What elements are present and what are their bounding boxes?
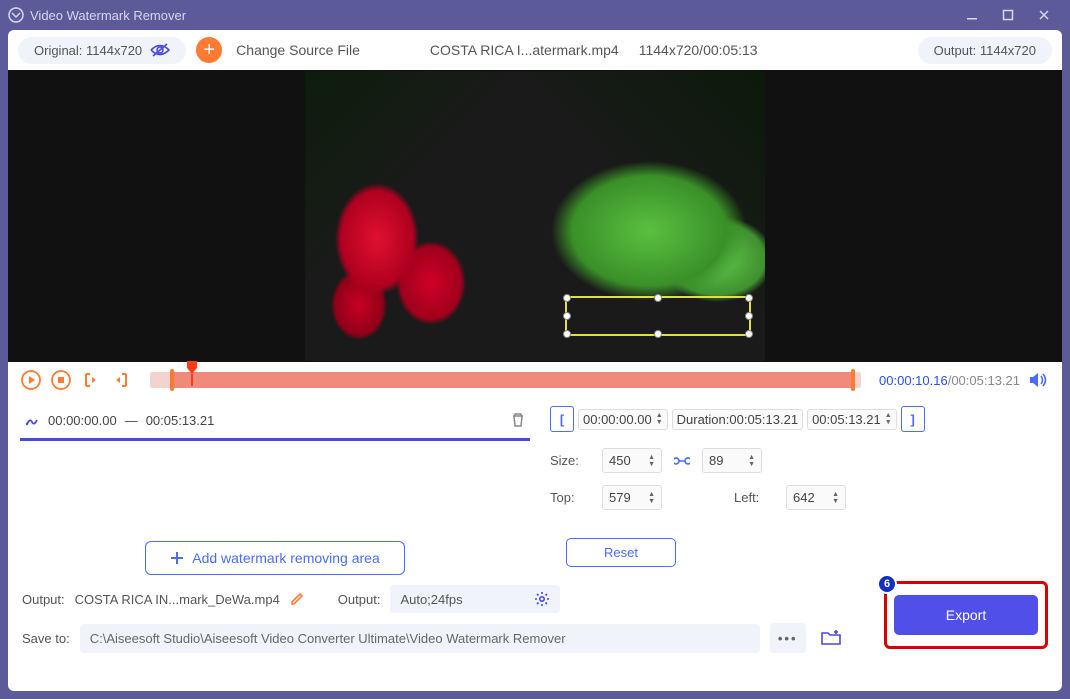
- output-label: Output: 1144x720: [934, 43, 1036, 58]
- start-time-input[interactable]: 00:00:00.00 ▲▼: [578, 409, 668, 430]
- video-preview[interactable]: [8, 70, 1062, 362]
- file-info: COSTA RICA I...atermark.mp4 1144x720/00:…: [430, 42, 758, 58]
- original-label: Original: 1144x720: [34, 43, 142, 58]
- stop-button[interactable]: [50, 369, 72, 391]
- reset-button[interactable]: Reset: [566, 538, 676, 567]
- output-label-2: Output:: [338, 592, 381, 607]
- size-width-input[interactable]: 450 ▲▼: [602, 448, 662, 473]
- export-button[interactable]: Export: [894, 595, 1038, 635]
- browse-path-button[interactable]: •••: [770, 623, 806, 653]
- set-out-button[interactable]: ]: [901, 406, 925, 432]
- add-watermark-area-button[interactable]: Add watermark removing area: [145, 541, 405, 575]
- timeline[interactable]: [150, 372, 861, 388]
- play-button[interactable]: [20, 369, 42, 391]
- change-source-label[interactable]: Change Source File: [236, 42, 360, 58]
- output-format-select[interactable]: Auto;24fps: [390, 585, 560, 613]
- save-path-field[interactable]: C:\Aiseesoft Studio\Aiseesoft Video Conv…: [80, 624, 760, 653]
- mark-out-button[interactable]: [110, 369, 132, 391]
- time-display: 00:00:10.16/00:05:13.21: [879, 373, 1020, 388]
- app-window: Video Watermark Remover Original: 1144x7…: [0, 0, 1070, 699]
- plus-icon: [170, 551, 184, 565]
- step-badge: 6: [877, 574, 897, 594]
- spinner-arrows[interactable]: ▲▼: [885, 412, 892, 426]
- watermark-area-icon: [24, 412, 40, 428]
- left-input[interactable]: 642 ▲▼: [786, 485, 846, 510]
- size-label: Size:: [550, 453, 590, 468]
- top-label: Top:: [550, 490, 590, 505]
- link-aspect-icon[interactable]: [674, 454, 690, 468]
- clip-end: 00:05:13.21: [146, 413, 215, 428]
- app-icon: [8, 7, 24, 23]
- current-time: 00:00:10.16: [879, 373, 948, 388]
- size-height-input[interactable]: 89 ▲▼: [702, 448, 762, 473]
- maximize-button[interactable]: [990, 0, 1026, 30]
- left-label: Left:: [734, 490, 774, 505]
- clip-start: 00:00:00.00: [48, 413, 117, 428]
- original-size-pill: Original: 1144x720: [18, 37, 186, 64]
- volume-button[interactable]: [1028, 369, 1050, 391]
- top-input[interactable]: 579 ▲▼: [602, 485, 662, 510]
- content-area: Original: 1144x720 + Change Source File …: [8, 30, 1062, 691]
- preview-frame: [305, 71, 765, 361]
- titlebar: Video Watermark Remover: [0, 0, 1070, 30]
- set-in-button[interactable]: [: [550, 406, 574, 432]
- end-time-input[interactable]: 00:05:13.21 ▲▼: [807, 409, 897, 430]
- output-filename: COSTA RICA IN...mark_DeWa.mp4: [75, 592, 280, 607]
- mark-in-button[interactable]: [80, 369, 102, 391]
- export-highlight: 6 Export: [884, 581, 1048, 649]
- duration-input[interactable]: Duration:00:05:13.21: [672, 409, 803, 430]
- open-folder-button[interactable]: [816, 623, 846, 653]
- file-name: COSTA RICA I...atermark.mp4: [430, 42, 619, 58]
- clips-panel: 00:00:00.00 — 00:05:13.21 Add watermark …: [20, 406, 530, 575]
- top-row: Original: 1144x720 + Change Source File …: [8, 30, 1062, 70]
- file-dims-time: 1144x720/00:05:13: [639, 42, 758, 58]
- mid-panels: 00:00:00.00 — 00:05:13.21 Add watermark …: [8, 398, 1062, 575]
- save-to-label: Save to:: [22, 631, 70, 646]
- preview-toggle-icon[interactable]: [150, 43, 170, 57]
- dimension-controls: Size: 450 ▲▼ 89 ▲▼: [550, 448, 1050, 510]
- app-title: Video Watermark Remover: [30, 8, 186, 23]
- add-area-label: Add watermark removing area: [192, 550, 380, 566]
- close-button[interactable]: [1026, 0, 1062, 30]
- playback-controls: 00:00:10.16/00:05:13.21: [8, 362, 1062, 398]
- total-time: /00:05:13.21: [948, 373, 1020, 388]
- output-size-pill: Output: 1144x720: [918, 37, 1052, 64]
- add-source-button[interactable]: +: [196, 37, 222, 63]
- output-label-1: Output:: [22, 592, 65, 607]
- watermark-selection-box[interactable]: [565, 296, 751, 336]
- edit-filename-button[interactable]: [290, 592, 304, 606]
- properties-panel: [ 00:00:00.00 ▲▼ Duration:00:05:13.21 00…: [550, 406, 1050, 575]
- bottom-bar: Output: COSTA RICA IN...mark_DeWa.mp4 Ou…: [8, 575, 1062, 665]
- clip-row[interactable]: 00:00:00.00 — 00:05:13.21: [20, 406, 530, 441]
- clip-dash: —: [125, 413, 138, 428]
- playhead[interactable]: [186, 360, 198, 386]
- delete-clip-button[interactable]: [510, 412, 526, 428]
- spinner-arrows[interactable]: ▲▼: [656, 412, 663, 426]
- minimize-button[interactable]: [954, 0, 990, 30]
- gear-icon[interactable]: [534, 591, 550, 607]
- time-range-row: [ 00:00:00.00 ▲▼ Duration:00:05:13.21 00…: [550, 406, 1050, 432]
